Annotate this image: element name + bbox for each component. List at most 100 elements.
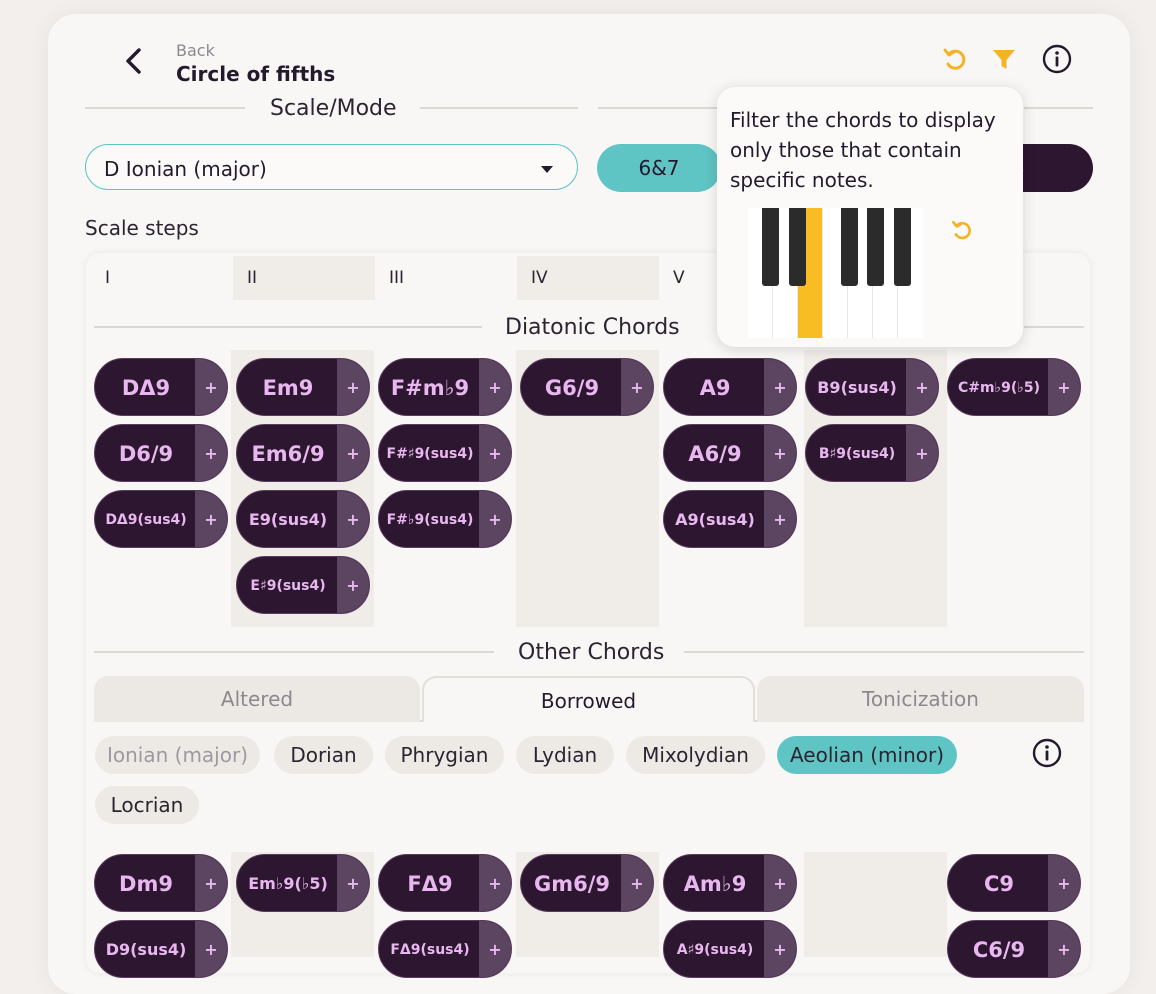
add-chord-icon[interactable]: +	[337, 491, 369, 547]
chord-chip[interactable]: F#♯9(sus4) +	[378, 424, 512, 482]
column-bg	[804, 852, 947, 957]
add-chord-icon[interactable]: +	[764, 359, 796, 415]
step-tab-i[interactable]: I	[91, 256, 233, 300]
step-tab-v[interactable]: V	[659, 256, 719, 300]
add-chord-icon[interactable]: +	[764, 921, 796, 977]
piano-keyboard[interactable]	[748, 208, 928, 338]
chord-label: F#♭9(sus4)	[386, 512, 474, 528]
divider	[94, 651, 494, 653]
chord-chip[interactable]: Em♭9(♭5) +	[236, 854, 370, 912]
chord-chip[interactable]: C6/9 +	[947, 920, 1081, 978]
add-chord-icon[interactable]: +	[1048, 359, 1080, 415]
add-chord-icon[interactable]: +	[906, 425, 938, 481]
chord-chip[interactable]: E♯9(sus4) +	[236, 556, 370, 614]
add-chord-icon[interactable]: +	[479, 855, 511, 911]
tab-borrowed[interactable]: Borrowed	[422, 676, 755, 722]
chord-chip[interactable]: B♯9(sus4) +	[805, 424, 939, 482]
chord-label: Em9	[262, 376, 314, 400]
chord-label: C#m♭9(♭5)	[957, 380, 1041, 396]
tab-tonicization[interactable]: Tonicization	[757, 676, 1084, 722]
chord-chip[interactable]: D9(sus4) +	[94, 920, 228, 978]
chord-chip[interactable]: C#m♭9(♭5) +	[947, 358, 1081, 416]
mode-pill-lydian[interactable]: Lydian	[516, 736, 614, 774]
add-chord-icon[interactable]: +	[337, 359, 369, 415]
mode-pill-locrian[interactable]: Locrian	[95, 786, 199, 824]
add-chord-icon[interactable]: +	[764, 425, 796, 481]
chord-chip[interactable]: Gm6/9 +	[520, 854, 654, 912]
chord-chip[interactable]: G6/9 +	[520, 358, 654, 416]
chord-chip[interactable]: A9(sus4) +	[663, 490, 797, 548]
add-chord-icon[interactable]: +	[337, 557, 369, 613]
mode-pill-mixolydian[interactable]: Mixolydian	[626, 736, 765, 774]
piano-key-g-sharp[interactable]	[867, 208, 884, 286]
add-chord-icon[interactable]: +	[479, 921, 511, 977]
chord-chip[interactable]: Am♭9 +	[663, 854, 797, 912]
add-chord-icon[interactable]: +	[906, 359, 938, 415]
add-chord-icon[interactable]: +	[621, 359, 653, 415]
info-icon[interactable]	[1032, 738, 1062, 768]
step-tab-iv[interactable]: IV	[517, 256, 659, 300]
piano-key-d-sharp[interactable]	[789, 208, 806, 286]
chord-chip[interactable]: DΔ9 +	[94, 358, 228, 416]
chord-chip[interactable]: A6/9 +	[663, 424, 797, 482]
other-chords-title: Other Chords	[518, 640, 665, 665]
chord-chip[interactable]: Dm9 +	[94, 854, 228, 912]
add-chord-icon[interactable]: +	[195, 491, 227, 547]
piano-key-highlight[interactable]	[809, 208, 821, 286]
add-chord-icon[interactable]: +	[764, 491, 796, 547]
chord-chip[interactable]: Em6/9 +	[236, 424, 370, 482]
step-tab-iii[interactable]: III	[375, 256, 517, 300]
add-chord-icon[interactable]: +	[195, 921, 227, 977]
add-chord-icon[interactable]: +	[195, 359, 227, 415]
tab-altered[interactable]: Altered	[94, 676, 420, 722]
chord-chip[interactable]: FΔ9(sus4) +	[378, 920, 512, 978]
chord-chip[interactable]: Em9 +	[236, 358, 370, 416]
undo-icon[interactable]	[949, 217, 975, 243]
chord-chip[interactable]: F#m♭9 +	[378, 358, 512, 416]
chord-chip[interactable]: B9(sus4) +	[805, 358, 939, 416]
piano-key-a-sharp[interactable]	[894, 208, 911, 286]
chord-chip[interactable]: F#♭9(sus4) +	[378, 490, 512, 548]
chord-chip[interactable]: C9 +	[947, 854, 1081, 912]
add-chord-icon[interactable]: +	[195, 855, 227, 911]
add-chord-icon[interactable]: +	[479, 425, 511, 481]
chord-chip[interactable]: DΔ9(sus4) +	[94, 490, 228, 548]
scale-steps-label: Scale steps	[85, 216, 199, 240]
add-chord-icon[interactable]: +	[479, 359, 511, 415]
chord-label: FΔ9(sus4)	[390, 942, 470, 958]
divider	[684, 651, 1084, 653]
chord-chip[interactable]: A9 +	[663, 358, 797, 416]
add-chord-icon[interactable]: +	[1048, 921, 1080, 977]
info-icon[interactable]	[1042, 44, 1072, 74]
add-chord-icon[interactable]: +	[337, 425, 369, 481]
filter-icon[interactable]	[989, 44, 1019, 74]
add-chord-icon[interactable]: +	[479, 491, 511, 547]
chord-label: Dm9	[119, 872, 173, 896]
add-chord-icon[interactable]: +	[195, 425, 227, 481]
chord-chip[interactable]: E9(sus4) +	[236, 490, 370, 548]
chord-label: F#m♭9	[390, 376, 470, 400]
add-chord-icon[interactable]: +	[621, 855, 653, 911]
mode-pill-phrygian[interactable]: Phrygian	[385, 736, 504, 774]
back-arrow-icon[interactable]	[118, 44, 152, 78]
step-tab-ii[interactable]: II	[233, 256, 375, 300]
chord-label: A9(sus4)	[675, 510, 755, 529]
add-chord-icon[interactable]: +	[1048, 855, 1080, 911]
add-chord-icon[interactable]: +	[764, 855, 796, 911]
undo-icon[interactable]	[940, 44, 970, 74]
segment-6-7[interactable]: 6&7	[597, 144, 721, 192]
divider	[94, 326, 482, 328]
chord-chip[interactable]: A♯9(sus4) +	[663, 920, 797, 978]
chord-chip[interactable]: FΔ9 +	[378, 854, 512, 912]
scale-mode-select[interactable]: D Ionian (major)	[85, 144, 578, 190]
piano-key-f-sharp[interactable]	[841, 208, 858, 286]
mode-pill-dorian[interactable]: Dorian	[274, 736, 373, 774]
mode-pill-aeolian[interactable]: Aeolian (minor)	[777, 736, 957, 774]
back-label[interactable]: Back	[176, 41, 215, 60]
chord-label: D9(sus4)	[105, 940, 187, 959]
filter-tooltip: Filter the chords to display only those …	[717, 87, 1023, 347]
add-chord-icon[interactable]: +	[337, 855, 369, 911]
mode-pill-ionian[interactable]: Ionian (major)	[95, 736, 260, 774]
piano-key-c-sharp[interactable]	[762, 208, 779, 286]
chord-chip[interactable]: D6/9 +	[94, 424, 228, 482]
